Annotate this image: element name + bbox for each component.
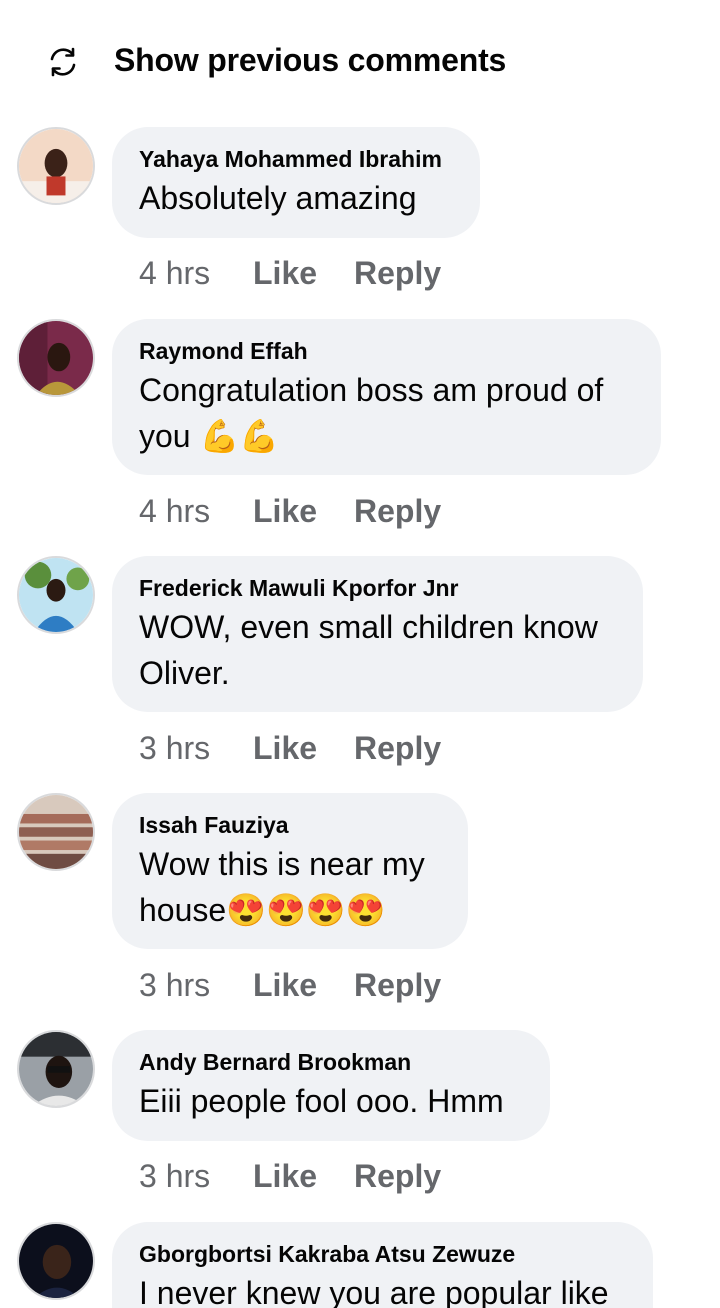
comment-text: Absolutely amazing (139, 180, 417, 216)
reply-button[interactable]: Reply (354, 253, 441, 293)
comment-item: Frederick Mawuli Kporfor Jnr WOW, even s… (0, 556, 720, 766)
avatar[interactable] (17, 556, 95, 634)
avatar[interactable] (17, 319, 95, 397)
comment-time[interactable]: 4 hrs (139, 253, 253, 293)
like-button[interactable]: Like (253, 728, 354, 768)
comment-author[interactable]: Frederick Mawuli Kporfor Jnr (139, 573, 616, 603)
like-button[interactable]: Like (253, 491, 354, 531)
comment-text: WOW, even small children know Oliver. (139, 609, 598, 691)
comment-actions: 3 hrs Like Reply (139, 1156, 441, 1196)
avatar[interactable] (17, 793, 95, 871)
comment-time[interactable]: 4 hrs (139, 491, 253, 531)
like-button[interactable]: Like (253, 965, 354, 1005)
reply-button[interactable]: Reply (354, 965, 441, 1005)
comment-author[interactable]: Issah Fauziya (139, 810, 441, 840)
comment-actions: 3 hrs Like Reply (139, 728, 441, 768)
comment-bubble[interactable]: Raymond Effah Congratulation boss am pro… (112, 319, 661, 475)
comment-text: Eiii people fool ooo. Hmm (139, 1083, 504, 1119)
comment-actions: 4 hrs Like Reply (139, 491, 441, 531)
show-previous-comments-label: Show previous comments (114, 42, 507, 78)
comment-bubble[interactable]: Gborgbortsi Kakraba Atsu Zewuze I never … (112, 1222, 653, 1308)
comment-text: Congratulation boss am proud of you 💪💪 (139, 372, 604, 454)
comment-author[interactable]: Gborgbortsi Kakraba Atsu Zewuze (139, 1239, 626, 1269)
comment-item: Yahaya Mohammed Ibrahim Absolutely amazi… (0, 127, 720, 297)
reply-button[interactable]: Reply (354, 1156, 441, 1196)
comment-text: Wow this is near my house😍😍😍😍 (139, 846, 425, 928)
comment-bubble[interactable]: Issah Fauziya Wow this is near my house😍… (112, 793, 468, 949)
comment-author[interactable]: Yahaya Mohammed Ibrahim (139, 144, 453, 174)
comment-time[interactable]: 3 hrs (139, 1156, 253, 1196)
reply-button[interactable]: Reply (354, 728, 441, 768)
comment-actions: 4 hrs Like Reply (139, 253, 441, 293)
avatar[interactable] (17, 1222, 95, 1300)
comment-item: Raymond Effah Congratulation boss am pro… (0, 319, 720, 529)
comments-page: Show previous comments Yahaya Mohammed I… (0, 0, 720, 1308)
comment-author[interactable]: Andy Bernard Brookman (139, 1047, 523, 1077)
show-previous-comments-button[interactable]: Show previous comments (0, 32, 720, 92)
avatar[interactable] (17, 127, 95, 205)
comment-item: Issah Fauziya Wow this is near my house😍… (0, 793, 720, 1003)
comment-item: Andy Bernard Brookman Eiii people fool o… (0, 1030, 720, 1200)
comment-actions: 3 hrs Like Reply (139, 965, 441, 1005)
comment-bubble[interactable]: Frederick Mawuli Kporfor Jnr WOW, even s… (112, 556, 643, 712)
avatar[interactable] (17, 1030, 95, 1108)
reply-button[interactable]: Reply (354, 491, 441, 531)
like-button[interactable]: Like (253, 253, 354, 293)
comment-time[interactable]: 3 hrs (139, 728, 253, 768)
like-button[interactable]: Like (253, 1156, 354, 1196)
comment-text: I never knew you are popular like (139, 1275, 609, 1308)
comment-author[interactable]: Raymond Effah (139, 336, 634, 366)
comment-time[interactable]: 3 hrs (139, 965, 253, 1005)
refresh-icon (50, 47, 76, 77)
comment-bubble[interactable]: Andy Bernard Brookman Eiii people fool o… (112, 1030, 550, 1141)
comment-bubble[interactable]: Yahaya Mohammed Ibrahim Absolutely amazi… (112, 127, 480, 238)
comment-item: Gborgbortsi Kakraba Atsu Zewuze I never … (0, 1222, 720, 1308)
